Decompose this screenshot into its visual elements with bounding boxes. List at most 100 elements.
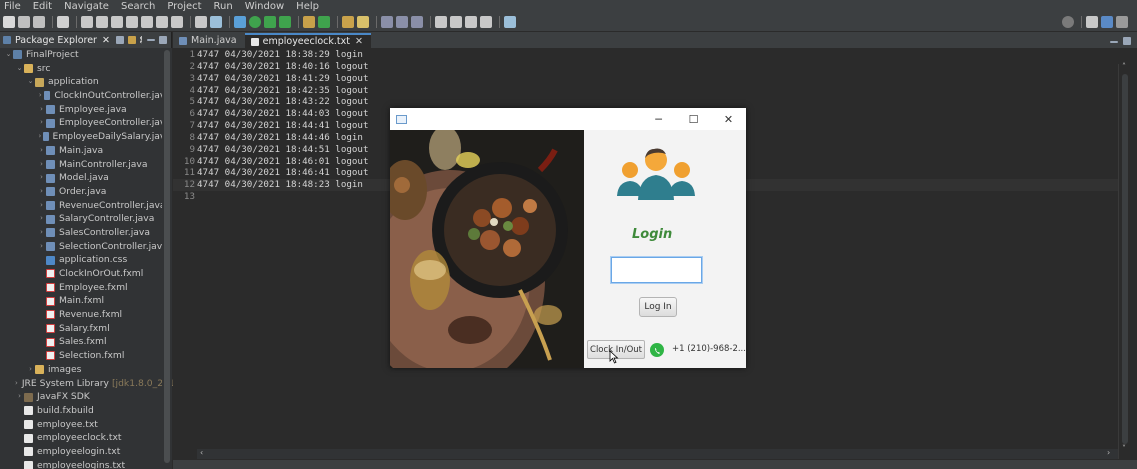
tree-item[interactable]: employeelogin.txt: [0, 445, 171, 459]
toggle-mark-icon[interactable]: [381, 16, 393, 28]
toggle-block-icon[interactable]: [396, 16, 408, 28]
tree-item[interactable]: › RevenueController.java: [0, 199, 171, 213]
tree-item[interactable]: › SalaryController.java: [0, 212, 171, 226]
previous-annotation-icon[interactable]: [450, 16, 462, 28]
collapse-arrow-icon[interactable]: ›: [15, 377, 18, 391]
scroll-down-icon[interactable]: ˅: [1122, 444, 1126, 453]
scroll-right-icon[interactable]: ›: [1107, 448, 1110, 457]
collapse-arrow-icon[interactable]: ›: [37, 103, 46, 117]
tree-item[interactable]: › JRE System Library [jdk1.8.0_281: [0, 377, 175, 391]
scroll-up-icon[interactable]: ˄: [1122, 62, 1126, 71]
open-type-icon[interactable]: [342, 16, 354, 28]
menu-navigate[interactable]: Navigate: [60, 1, 117, 12]
collapse-arrow-icon[interactable]: ›: [37, 144, 46, 158]
minimize-icon[interactable]: [147, 39, 155, 41]
tree-item[interactable]: ⌄ src: [0, 62, 171, 76]
new-icon[interactable]: [3, 16, 15, 28]
tree-item[interactable]: Main.fxml: [0, 294, 171, 308]
tree-item[interactable]: › Order.java: [0, 185, 171, 199]
resume-icon[interactable]: [81, 16, 93, 28]
editor-vertical-scrollbar[interactable]: ˄ ˅: [1118, 62, 1130, 459]
pin-editor-icon[interactable]: [504, 16, 516, 28]
tree-item[interactable]: build.fxbuild: [0, 404, 171, 418]
editor-maximize-icon[interactable]: [1123, 37, 1131, 45]
menu-search[interactable]: Search: [117, 1, 163, 12]
editor-minimize-icon[interactable]: [1110, 41, 1118, 43]
tree-item[interactable]: › Model.java: [0, 171, 171, 185]
username-input[interactable]: [611, 257, 702, 283]
maximize-icon[interactable]: [159, 36, 167, 44]
tree-item[interactable]: › SelectionController.java: [0, 240, 171, 254]
collapse-arrow-icon[interactable]: ›: [37, 158, 46, 172]
tree-item[interactable]: application.css: [0, 253, 171, 267]
scrollbar-thumb[interactable]: [1122, 74, 1128, 444]
tree-item[interactable]: › EmployeeController.java: [0, 116, 171, 130]
collapse-arrow-icon[interactable]: ›: [37, 171, 46, 185]
tree-item[interactable]: › JavaFX SDK: [0, 390, 171, 404]
tree-item[interactable]: Employee.fxml: [0, 281, 171, 295]
collapse-arrow-icon[interactable]: ›: [37, 212, 46, 226]
coverage-icon[interactable]: [264, 16, 276, 28]
java-perspective-icon[interactable]: [1101, 16, 1113, 28]
menu-edit[interactable]: Edit: [29, 1, 60, 12]
login-window-titlebar[interactable]: ─ ☐ ✕: [390, 108, 746, 130]
disconnect-icon[interactable]: [126, 16, 138, 28]
stop-icon[interactable]: [111, 16, 123, 28]
collapse-all-icon[interactable]: [116, 36, 124, 44]
tree-item[interactable]: Revenue.fxml: [0, 308, 171, 322]
expand-arrow-icon[interactable]: ⌄: [4, 48, 13, 62]
step-return-icon[interactable]: [171, 16, 183, 28]
minimize-button[interactable]: ─: [641, 108, 676, 130]
link-with-editor-icon[interactable]: [128, 36, 136, 44]
step-over-icon[interactable]: [156, 16, 168, 28]
tree-item[interactable]: employeelogins.txt: [0, 459, 171, 469]
username-field[interactable]: [612, 258, 701, 283]
tree-item[interactable]: employeeclock.txt: [0, 431, 171, 445]
menu-project[interactable]: Project: [163, 1, 209, 12]
package-explorer-tab[interactable]: Package Explorer ✕: [0, 32, 171, 48]
tree-item[interactable]: ClockInOrOut.fxml: [0, 267, 171, 281]
menu-help[interactable]: Help: [292, 1, 327, 12]
close-icon[interactable]: ✕: [102, 35, 110, 46]
tree-item[interactable]: › MainController.java: [0, 158, 171, 172]
suspend-icon[interactable]: [96, 16, 108, 28]
tree-item[interactable]: › Main.java: [0, 144, 171, 158]
log-in-button[interactable]: Log In: [639, 297, 677, 317]
menu-run[interactable]: Run: [210, 1, 241, 12]
collapse-arrow-icon[interactable]: ›: [37, 130, 43, 144]
tree-item[interactable]: › ClockInOutController.java: [0, 89, 171, 103]
view-menu-icon[interactable]: [140, 36, 143, 44]
external-tools-icon[interactable]: [279, 16, 291, 28]
close-button[interactable]: ✕: [711, 108, 746, 130]
open-perspective-icon[interactable]: [195, 16, 207, 28]
collapse-arrow-icon[interactable]: ›: [37, 240, 46, 254]
new-java-package-icon[interactable]: [303, 16, 315, 28]
debug-perspective-icon[interactable]: [1116, 16, 1128, 28]
collapse-arrow-icon[interactable]: ›: [26, 363, 35, 377]
collapse-arrow-icon[interactable]: ›: [37, 199, 46, 213]
run-icon[interactable]: [249, 16, 261, 28]
tree-item[interactable]: employee.txt: [0, 418, 171, 432]
menu-file[interactable]: File: [0, 1, 29, 12]
close-icon[interactable]: ✕: [355, 36, 363, 47]
next-annotation-icon[interactable]: [435, 16, 447, 28]
tree-item[interactable]: Sales.fxml: [0, 335, 171, 349]
save-all-icon[interactable]: [33, 16, 45, 28]
expand-arrow-icon[interactable]: ⌄: [26, 75, 35, 89]
tab-main-java[interactable]: Main.java: [173, 33, 245, 48]
tree-item[interactable]: Salary.fxml: [0, 322, 171, 336]
tree-item[interactable]: ⌄ application: [0, 75, 171, 89]
show-whitespace-icon[interactable]: [411, 16, 423, 28]
debug-icon[interactable]: [234, 16, 246, 28]
open-perspective-button-icon[interactable]: [1086, 16, 1098, 28]
collapse-arrow-icon[interactable]: ›: [15, 390, 24, 404]
terminal-icon[interactable]: [57, 16, 69, 28]
maximize-button[interactable]: ☐: [676, 108, 711, 130]
search-tool-icon[interactable]: [357, 16, 369, 28]
collapse-arrow-icon[interactable]: ›: [37, 226, 46, 240]
new-java-class-icon[interactable]: [318, 16, 330, 28]
tree-item[interactable]: › Employee.java: [0, 103, 171, 117]
tree-item[interactable]: Selection.fxml: [0, 349, 171, 363]
scroll-left-icon[interactable]: ‹: [200, 448, 203, 457]
scrollbar-thumb[interactable]: [164, 50, 170, 463]
